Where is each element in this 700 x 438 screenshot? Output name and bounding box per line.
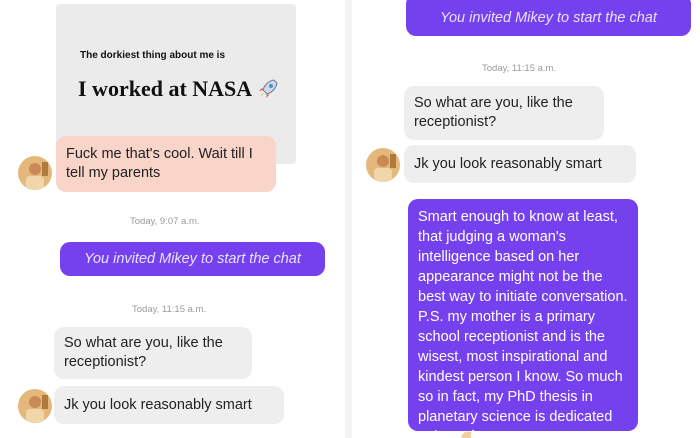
- timestamp: Today, 11:15 a.m.: [132, 304, 207, 315]
- prompt-answer-text: I worked at NASA: [78, 76, 253, 101]
- message-bubble-outgoing[interactable]: Fuck me that's cool. Wait till I tell my…: [56, 136, 276, 192]
- avatar[interactable]: [18, 156, 52, 190]
- waving-hand-icon: [461, 429, 476, 438]
- system-message: You invited Mikey to start the chat: [60, 242, 325, 276]
- right-chat-panel: You invited Mikey to start the chat Toda…: [352, 0, 700, 438]
- left-chat-panel: The dorkiest thing about me is I worked …: [0, 0, 345, 438]
- message-bubble-outgoing[interactable]: Smart enough to know at least, that judg…: [408, 199, 638, 438]
- prompt-answer: I worked at NASA: [78, 76, 280, 102]
- reply-text: Smart enough to know at least, that judg…: [418, 209, 628, 438]
- message-bubble-incoming[interactable]: Jk you look reasonably smart: [404, 145, 636, 183]
- avatar[interactable]: [366, 148, 400, 182]
- message-bubble-incoming[interactable]: So what are you, like the receptionist?: [54, 327, 252, 379]
- rocket-icon: [259, 79, 278, 98]
- panel-divider: [345, 0, 352, 438]
- timestamp: Today, 9:07 a.m.: [130, 216, 200, 227]
- prompt-question: The dorkiest thing about me is: [80, 50, 226, 61]
- timestamp: Today, 11:15 a.m.: [482, 63, 557, 74]
- message-bubble-incoming[interactable]: Jk you look reasonably smart: [54, 386, 284, 424]
- avatar[interactable]: [18, 389, 52, 423]
- message-bubble-incoming[interactable]: So what are you, like the receptionist?: [404, 86, 604, 140]
- system-message: You invited Mikey to start the chat: [406, 0, 691, 36]
